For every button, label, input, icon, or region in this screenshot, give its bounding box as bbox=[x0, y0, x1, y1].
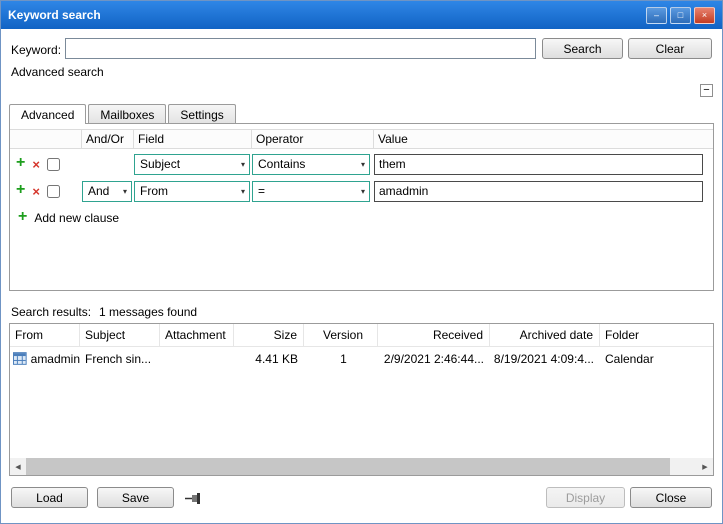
plus-icon: + bbox=[18, 209, 27, 225]
advanced-search-label: Advanced search bbox=[11, 65, 104, 79]
results-column-version[interactable]: Version bbox=[304, 324, 378, 346]
maximize-icon: □ bbox=[678, 11, 683, 20]
cell-attachment bbox=[160, 347, 234, 370]
clause-row: + × And ▾ From ▾ = ▾ bbox=[10, 179, 713, 203]
minimize-icon: – bbox=[654, 11, 659, 20]
results-column-archived-date[interactable]: Archived date bbox=[490, 324, 600, 346]
cell-archived-date: 8/19/2021 4:09:4... bbox=[490, 347, 600, 370]
minimize-button[interactable]: – bbox=[646, 7, 667, 24]
results-column-attachment[interactable]: Attachment bbox=[160, 324, 234, 346]
chevron-down-icon: ▾ bbox=[361, 160, 365, 169]
display-button[interactable]: Display bbox=[546, 487, 625, 508]
tab-advanced[interactable]: Advanced bbox=[9, 104, 86, 124]
pin-icon[interactable] bbox=[185, 492, 203, 505]
clause-actions: + × bbox=[10, 157, 82, 171]
results-header-row: From Subject Attachment Size Version Rec… bbox=[10, 324, 713, 347]
field-select-value: From bbox=[140, 184, 168, 198]
keyword-input[interactable] bbox=[65, 38, 536, 59]
maximize-button[interactable]: □ bbox=[670, 7, 691, 24]
search-button[interactable]: Search bbox=[542, 38, 623, 59]
window-controls: – □ × bbox=[646, 7, 715, 24]
calendar-icon bbox=[13, 352, 27, 365]
tab-settings[interactable]: Settings bbox=[168, 104, 235, 123]
chevron-down-icon: ▾ bbox=[361, 187, 365, 196]
operator-select-value: = bbox=[258, 184, 265, 198]
chevron-down-icon: ▾ bbox=[241, 187, 245, 196]
close-icon: × bbox=[702, 11, 707, 20]
results-column-folder[interactable]: Folder bbox=[600, 324, 713, 346]
andor-select-value: And bbox=[88, 184, 109, 198]
add-new-clause-label: Add new clause bbox=[34, 211, 119, 225]
clause-checkbox[interactable] bbox=[47, 158, 60, 171]
results-panel: From Subject Attachment Size Version Rec… bbox=[9, 323, 714, 476]
titlebar: Keyword search – □ × bbox=[1, 1, 722, 29]
advanced-tab-panel: And/Or Field Operator Value + × Subject … bbox=[9, 123, 714, 291]
clause-value-input[interactable] bbox=[374, 154, 703, 175]
column-header-actions bbox=[10, 130, 82, 148]
cell-version: 1 bbox=[304, 347, 378, 370]
clause-row: + × Subject ▾ Contains ▾ bbox=[10, 152, 713, 176]
andor-select[interactable]: And ▾ bbox=[82, 181, 132, 202]
insert-clause-icon[interactable]: + bbox=[16, 155, 25, 171]
cell-subject: French sin... bbox=[80, 347, 160, 370]
clause-checkbox[interactable] bbox=[47, 185, 60, 198]
delete-clause-icon[interactable]: × bbox=[32, 158, 40, 171]
column-header-andor: And/Or bbox=[82, 130, 134, 148]
field-select[interactable]: Subject ▾ bbox=[134, 154, 250, 175]
insert-clause-icon[interactable]: + bbox=[16, 182, 25, 198]
add-new-clause-link[interactable]: + Add new clause bbox=[10, 211, 713, 225]
cell-from: amadmin bbox=[10, 347, 80, 370]
load-button[interactable]: Load bbox=[11, 487, 88, 508]
clear-button[interactable]: Clear bbox=[628, 38, 712, 59]
tab-mailboxes[interactable]: Mailboxes bbox=[88, 104, 166, 123]
results-column-size[interactable]: Size bbox=[234, 324, 304, 346]
column-header-value: Value bbox=[374, 130, 713, 148]
clause-grid-header: And/Or Field Operator Value bbox=[10, 129, 713, 149]
close-button[interactable]: × bbox=[694, 7, 715, 24]
clause-value-input[interactable] bbox=[374, 181, 703, 202]
operator-select[interactable]: = ▾ bbox=[252, 181, 370, 202]
field-select[interactable]: From ▾ bbox=[134, 181, 250, 202]
scroll-left-arrow-icon[interactable]: ◀ bbox=[10, 458, 26, 475]
chevron-down-icon: ▾ bbox=[241, 160, 245, 169]
horizontal-scrollbar[interactable]: ◀ ▶ bbox=[10, 458, 713, 475]
operator-select-value: Contains bbox=[258, 157, 305, 171]
cell-received: 2/9/2021 2:46:44... bbox=[378, 347, 490, 370]
search-results-label: Search results: bbox=[11, 305, 91, 319]
chevron-down-icon: ▾ bbox=[123, 187, 127, 196]
results-column-subject[interactable]: Subject bbox=[80, 324, 160, 346]
search-results-summary: Search results: 1 messages found bbox=[11, 305, 197, 319]
field-select-value: Subject bbox=[140, 157, 180, 171]
tab-strip: Advanced Mailboxes Settings bbox=[9, 104, 238, 123]
scrollbar-track[interactable] bbox=[26, 458, 697, 475]
cell-folder: Calendar bbox=[600, 347, 713, 370]
scrollbar-thumb[interactable] bbox=[26, 458, 670, 475]
column-header-field: Field bbox=[134, 130, 252, 148]
search-results-count: 1 messages found bbox=[99, 305, 197, 319]
operator-select[interactable]: Contains ▾ bbox=[252, 154, 370, 175]
column-header-operator: Operator bbox=[252, 130, 374, 148]
cell-from-text: amadmin bbox=[31, 352, 80, 366]
close-button-footer[interactable]: Close bbox=[630, 487, 712, 508]
collapse-button[interactable]: − bbox=[700, 84, 713, 97]
scroll-right-arrow-icon[interactable]: ▶ bbox=[697, 458, 713, 475]
clause-actions: + × bbox=[10, 184, 82, 198]
delete-clause-icon[interactable]: × bbox=[32, 185, 40, 198]
table-row[interactable]: amadmin French sin... 4.41 KB 1 2/9/2021… bbox=[10, 347, 713, 370]
results-column-received[interactable]: Received bbox=[378, 324, 490, 346]
keyword-search-dialog: Keyword search – □ × Keyword: Search Cle… bbox=[0, 0, 723, 524]
results-column-from[interactable]: From bbox=[10, 324, 80, 346]
window-title: Keyword search bbox=[8, 8, 101, 22]
cell-size: 4.41 KB bbox=[234, 347, 304, 370]
save-button[interactable]: Save bbox=[97, 487, 174, 508]
keyword-label: Keyword: bbox=[11, 43, 61, 57]
